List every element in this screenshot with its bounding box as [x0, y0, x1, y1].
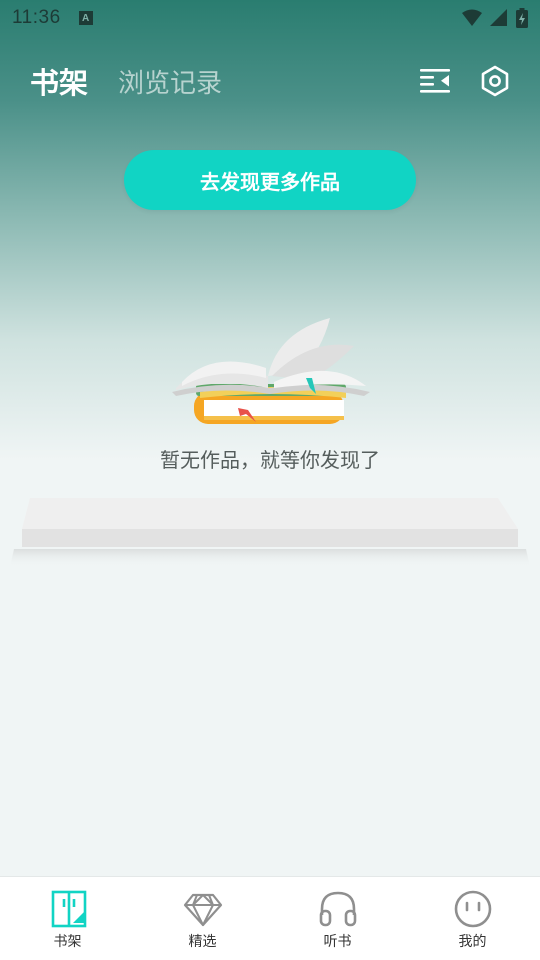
nav-item-featured[interactable]: 精选	[135, 877, 270, 960]
tab-bookshelf[interactable]: 书架	[30, 60, 88, 102]
settings-hexagon-icon[interactable]	[478, 64, 512, 98]
nav-label-featured: 精选	[188, 934, 217, 950]
status-icons	[462, 8, 528, 28]
diamond-icon	[183, 893, 223, 927]
nav-label-bookshelf: 书架	[53, 934, 82, 950]
list-sort-icon[interactable]	[418, 64, 452, 98]
discover-more-button[interactable]: 去发现更多作品	[124, 150, 416, 210]
wifi-icon	[462, 9, 482, 26]
headphones-icon	[319, 891, 357, 927]
nav-label-me: 我的	[458, 934, 487, 950]
status-bar: 11:36 A	[0, 0, 540, 36]
tab-history[interactable]: 浏览记录	[118, 63, 222, 100]
nav-item-audiobooks[interactable]: 听书	[270, 877, 405, 960]
signal-icon	[490, 9, 507, 26]
a-icon: A	[78, 11, 93, 25]
nav-item-me[interactable]: 我的	[405, 877, 540, 960]
bookshelf-icon	[51, 890, 87, 928]
nav-item-bookshelf[interactable]: 书架	[0, 877, 135, 960]
face-icon	[454, 890, 492, 928]
status-time: 11:36	[12, 7, 61, 28]
empty-shelf	[10, 498, 530, 567]
empty-message: 暂无作品，就等你发现了	[160, 448, 380, 472]
battery-icon	[516, 8, 528, 28]
open-book-illustration	[172, 318, 370, 424]
bottom-navigation: 书架 精选 听书 我的	[0, 876, 540, 960]
top-tabs: 书架 浏览记录	[0, 56, 540, 106]
nav-label-audiobooks: 听书	[323, 934, 352, 950]
